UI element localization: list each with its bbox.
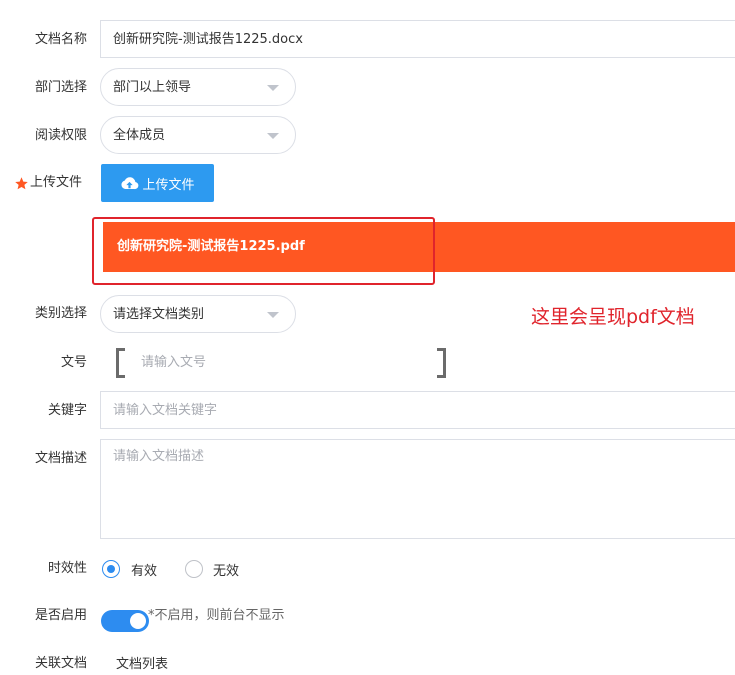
validity-option-invalid[interactable]: 无效 (185, 559, 239, 579)
description-label: 文档描述 (34, 451, 87, 466)
dept-label: 部门选择 (34, 80, 87, 95)
left-bracket (116, 348, 125, 378)
description-textarea[interactable]: 请输入文档描述 (100, 439, 735, 539)
dept-select[interactable]: 部门以上领导 (100, 68, 296, 106)
related-docs-label: 关联文档 (34, 656, 87, 671)
validity-invalid-label: 无效 (213, 563, 240, 579)
upload-label-group: 上传文件 (14, 175, 82, 191)
caret-down-icon (267, 85, 279, 91)
read-permission-select[interactable]: 全体成员 (100, 116, 296, 154)
cloud-upload-icon (121, 176, 139, 189)
doc-name-input[interactable]: 创新研究院-测试报告1225.docx (100, 20, 735, 58)
doc-number-label: 文号 (60, 355, 87, 370)
keyword-input[interactable]: 请输入文档关键字 (100, 391, 735, 429)
category-select[interactable]: 请选择文档类别 (100, 295, 296, 333)
read-permission-label: 阅读权限 (34, 128, 87, 143)
doc-name-label: 文档名称 (34, 32, 87, 47)
upload-label: 上传文件 (30, 175, 83, 190)
read-permission-value: 全体成员 (113, 128, 166, 143)
dept-select-value: 部门以上领导 (113, 80, 192, 95)
category-label: 类别选择 (34, 306, 87, 321)
toggle-knob (130, 613, 146, 629)
description-placeholder: 请输入文档描述 (113, 449, 205, 464)
keyword-label: 关键字 (47, 403, 87, 418)
star-icon (15, 176, 28, 189)
enable-hint: *不启用，则前台不显示 (148, 608, 285, 623)
radio-unchecked-icon (185, 560, 203, 578)
doc-number-placeholder: 请输入文号 (141, 355, 207, 370)
upload-button[interactable]: 上传文件 (101, 164, 214, 202)
validity-valid-label: 有效 (131, 563, 158, 579)
validity-option-valid[interactable]: 有效 (102, 559, 157, 579)
doc-number-input[interactable]: 请输入文号 (116, 348, 446, 378)
category-select-value: 请选择文档类别 (113, 307, 205, 322)
caret-down-icon (267, 312, 279, 318)
highlight-box (92, 217, 435, 285)
upload-button-label: 上传文件 (142, 177, 195, 193)
doc-name-value: 创新研究院-测试报告1225.docx (113, 32, 303, 47)
enable-label: 是否启用 (34, 608, 87, 623)
keyword-placeholder: 请输入文档关键字 (113, 403, 218, 418)
related-docs-link[interactable]: 文档列表 (116, 657, 168, 673)
radio-checked-icon (102, 560, 120, 578)
annotation-text: 这里会呈现pdf文档 (531, 306, 695, 328)
caret-down-icon (267, 133, 279, 139)
right-bracket (437, 348, 446, 378)
validity-label: 时效性 (47, 561, 87, 576)
enable-toggle[interactable] (101, 610, 149, 632)
